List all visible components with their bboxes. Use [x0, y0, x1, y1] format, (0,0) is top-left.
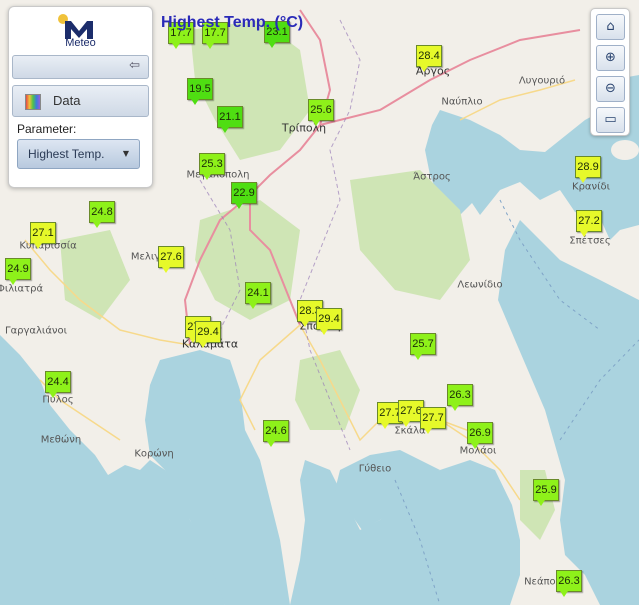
panel-slider[interactable]: ⇦ — [12, 55, 149, 79]
place-label: Σπέτσες — [569, 235, 611, 247]
station-marker[interactable]: 24.9 — [5, 258, 31, 285]
map-title: Highest Temp. (°C) — [161, 14, 304, 31]
place-label: Κρανίδι — [572, 181, 610, 193]
station-marker[interactable]: 29.4 — [316, 308, 342, 335]
place-label: Άστρος — [413, 171, 451, 183]
place-label: Γύθειο — [358, 463, 392, 475]
zoom-in-button[interactable]: ⊕ — [596, 45, 625, 71]
arrow-left-icon[interactable]: ⇦ — [129, 58, 140, 73]
station-marker[interactable]: 26.3 — [556, 570, 582, 597]
station-marker[interactable]: 24.6 — [263, 420, 289, 447]
fullscreen-icon: ▭ — [604, 112, 617, 127]
station-marker[interactable]: 25.6 — [308, 99, 334, 126]
place-label: Μεθώνη — [40, 434, 82, 446]
place-label: Λυγουριό — [518, 75, 566, 87]
home-button[interactable]: ⌂ — [596, 14, 625, 40]
place-label: Λεωνίδιο — [457, 279, 503, 291]
station-marker[interactable]: 29.4 — [195, 321, 221, 348]
logo-text: Meteo — [65, 37, 96, 49]
station-marker[interactable]: 27.6 — [158, 246, 184, 273]
map-toolbar: ⌂ ⊕ ⊖ ▭ — [590, 8, 630, 136]
parameter-select-value: Highest Temp. — [28, 147, 105, 161]
station-marker[interactable]: 25.7 — [410, 333, 436, 360]
parameter-select[interactable]: Highest Temp. ▼ — [17, 139, 140, 169]
station-marker[interactable]: 26.3 — [447, 384, 473, 411]
station-marker[interactable]: 19.5 — [187, 78, 213, 105]
station-marker[interactable]: 25.9 — [533, 479, 559, 506]
place-label: Πύλος — [42, 394, 74, 406]
station-marker[interactable]: 28.9 — [575, 156, 601, 183]
station-marker[interactable]: 22.9 — [231, 182, 257, 209]
station-marker[interactable]: 27.7 — [420, 407, 446, 434]
station-marker[interactable]: 21.1 — [217, 106, 243, 133]
control-panel: Meteo ⇦ Data Parameter: Highest Temp. ▼ — [8, 6, 153, 188]
data-button-label: Data — [53, 93, 81, 108]
place-label: Κορώνη — [134, 448, 174, 460]
station-marker[interactable]: 28.4 — [416, 45, 442, 72]
fullscreen-button[interactable]: ▭ — [596, 107, 625, 133]
station-marker[interactable]: 24.8 — [89, 201, 115, 228]
data-button[interactable]: Data — [12, 85, 149, 117]
station-marker[interactable]: 24.1 — [245, 282, 271, 309]
station-marker[interactable]: 27.1 — [30, 222, 56, 249]
zoom-out-icon: ⊖ — [605, 81, 616, 96]
chevron-down-icon: ▼ — [122, 149, 129, 158]
zoom-in-icon: ⊕ — [605, 50, 616, 65]
station-marker[interactable]: 24.4 — [45, 371, 71, 398]
zoom-out-button[interactable]: ⊖ — [596, 76, 625, 102]
station-marker[interactable]: 26.9 — [467, 422, 493, 449]
place-label: Γαργαλιάνοι — [4, 325, 68, 337]
place-label: Φιλιατρά — [0, 283, 44, 295]
station-marker[interactable]: 25.3 — [199, 153, 225, 180]
place-label: Ναύπλιο — [441, 96, 483, 108]
palette-icon — [25, 94, 41, 110]
station-marker[interactable]: 27.2 — [576, 210, 602, 237]
home-icon: ⌂ — [606, 19, 615, 34]
parameter-label: Parameter: — [17, 122, 77, 136]
